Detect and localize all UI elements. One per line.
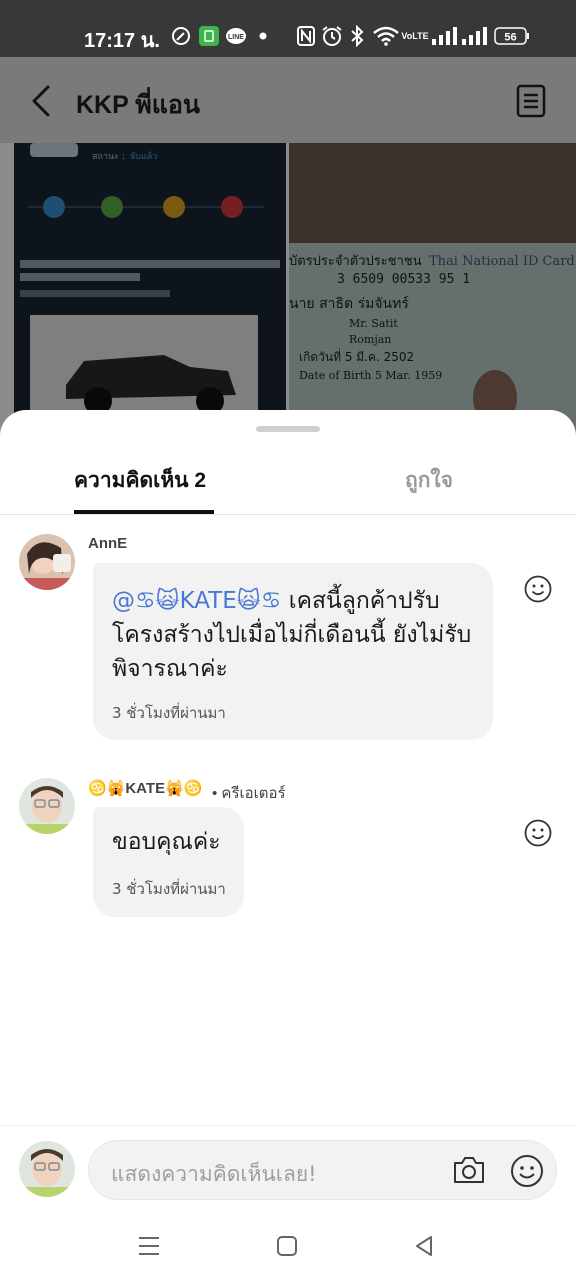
- screen: 17:17 น. LINE VoLTE 56 KKP พี่แอน สถานะ …: [0, 0, 576, 1280]
- recent-apps-icon[interactable]: [137, 1234, 161, 1258]
- comment-composer: แสดงความคิดเห็นเลย!: [0, 1125, 576, 1213]
- signal-icon: [432, 25, 458, 47]
- media-dim-overlay: [0, 143, 576, 443]
- post-media: สถานะ : จับแล้ว บัตรประจำตัวประชาชน Thai…: [0, 143, 576, 443]
- line-app-icon: LINE: [225, 25, 247, 47]
- back-arrow-icon[interactable]: [26, 83, 58, 119]
- nfc-icon: [296, 25, 316, 47]
- comment-text: @♋🙀KATE🙀♋ เคสนี้ลูกค้าปรับ โครงสร้างไปเม…: [112, 584, 482, 686]
- comment-time: 3 ชั่วโมงที่ผ่านมา: [112, 704, 226, 722]
- status-time: 17:17 น.: [84, 30, 160, 52]
- dot-icon: [258, 25, 268, 47]
- comment-input[interactable]: แสดงความคิดเห็นเลย!: [88, 1140, 557, 1200]
- comment-text: ขอบคุณค่ะ: [112, 829, 221, 855]
- signal-icon-2: [462, 25, 488, 47]
- back-nav-icon[interactable]: [412, 1234, 436, 1258]
- comment-bubble: @♋🙀KATE🙀♋ เคสนี้ลูกค้าปรับ โครงสร้างไปเม…: [93, 563, 493, 740]
- bluetooth-icon: [347, 25, 367, 47]
- comment-author[interactable]: ♋🙀KATE🙀♋: [88, 779, 202, 797]
- timer-icon: [170, 25, 192, 47]
- status-bar: 17:17 น. LINE VoLTE 56: [0, 0, 576, 57]
- smiley-icon[interactable]: [524, 819, 552, 847]
- comment-input-placeholder: แสดงความคิดเห็นเลย!: [111, 1162, 317, 1186]
- comment-text-line1: เคสนี้ลูกค้าปรับ: [281, 588, 440, 614]
- volte-label: VoLTE: [401, 30, 429, 41]
- smiley-icon[interactable]: [524, 575, 552, 603]
- comment-author[interactable]: AnnE: [88, 535, 127, 552]
- app-header: KKP พี่แอน: [0, 57, 576, 143]
- app-notification-icon: [199, 25, 219, 47]
- battery-icon: 56: [494, 25, 530, 47]
- camera-icon[interactable]: [452, 1154, 486, 1186]
- comment-text-line3: พิจารณาค่ะ: [112, 656, 228, 682]
- comment-mention[interactable]: @♋🙀KATE🙀♋: [112, 588, 281, 614]
- home-icon[interactable]: [275, 1234, 299, 1258]
- tab-comments[interactable]: ความคิดเห็น 2: [74, 464, 206, 497]
- system-nav-bar: [0, 1213, 576, 1280]
- alarm-icon: [321, 25, 343, 47]
- document-menu-icon[interactable]: [516, 84, 546, 118]
- emoji-icon[interactable]: [510, 1154, 544, 1188]
- creator-badge: • ครีเอเตอร์: [212, 785, 286, 802]
- sheet-tabs: ความคิดเห็น 2 ถูกใจ: [0, 448, 576, 515]
- battery-level: 56: [504, 32, 516, 44]
- avatar[interactable]: [19, 778, 75, 834]
- sheet-grabber[interactable]: [256, 426, 320, 432]
- page-title: KKP พี่แอน: [76, 91, 200, 119]
- comment-text-line2: โครงสร้างไปเมื่อไม่กี่เดือนนี้ ยังไม่รับ: [112, 622, 472, 648]
- avatar[interactable]: [19, 534, 75, 590]
- my-avatar: [19, 1141, 75, 1197]
- wifi-icon: [373, 25, 399, 47]
- comment-time: 3 ชั่วโมงที่ผ่านมา: [112, 880, 226, 898]
- svg-text:LINE: LINE: [228, 34, 244, 41]
- comment-bubble: ขอบคุณค่ะ 3 ชั่วโมงที่ผ่านมา: [93, 807, 244, 917]
- tab-likes[interactable]: ถูกใจ: [405, 464, 453, 497]
- tab-active-indicator: [74, 510, 214, 514]
